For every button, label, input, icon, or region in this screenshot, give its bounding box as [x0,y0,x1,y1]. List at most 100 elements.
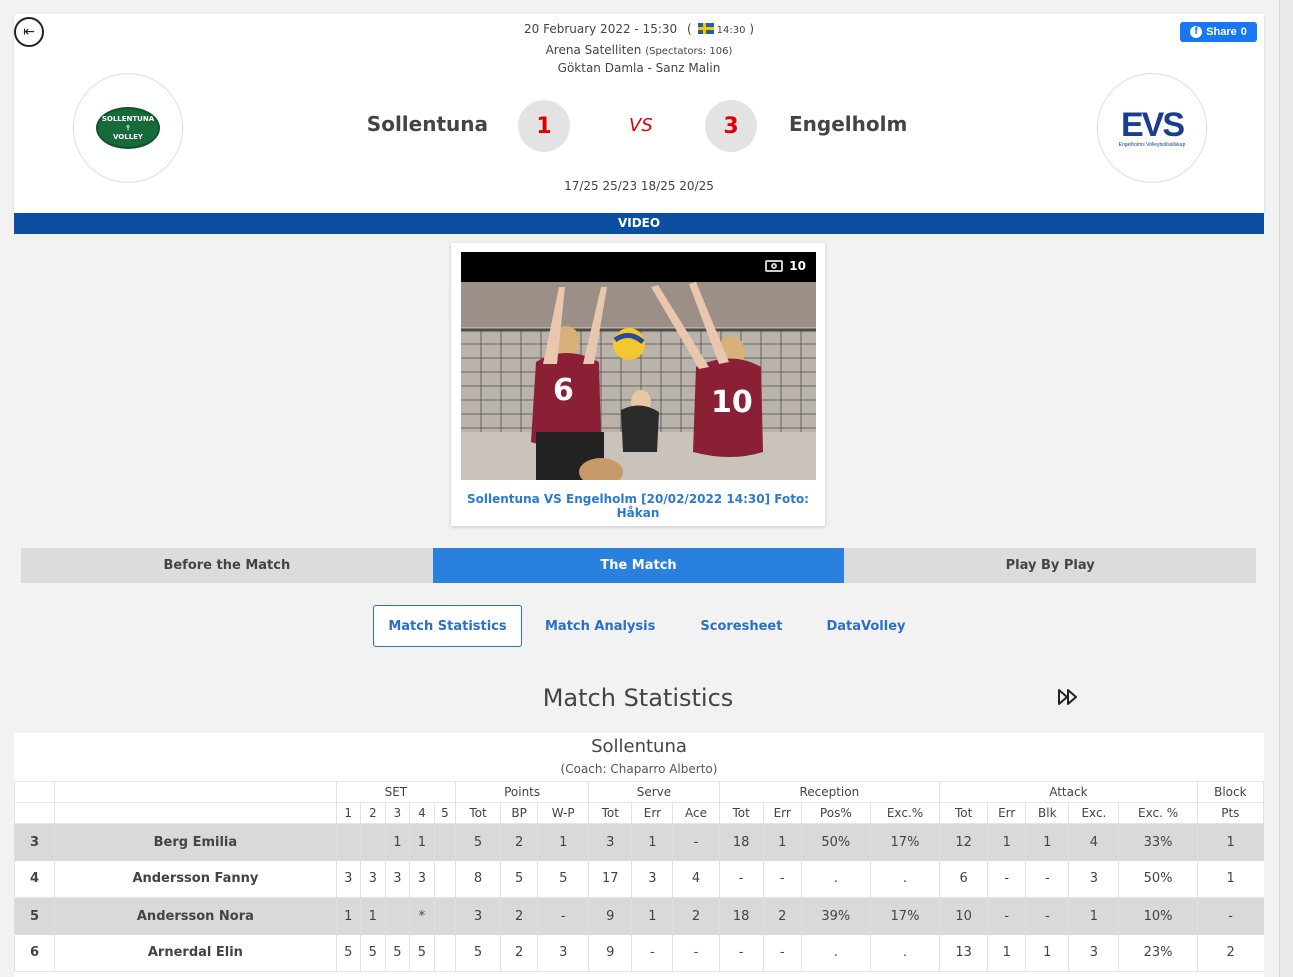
stat-cell: 17 [588,860,632,898]
stat-cell: - [672,823,720,861]
local-time: 14:30 [716,25,746,36]
away-team-logo[interactable]: EVS Engelholms Volleybollsällskap [1097,73,1207,183]
facebook-share-button[interactable]: f Share 0 [1180,22,1257,42]
stat-cell: 5 [359,934,386,972]
stat-cell [359,823,386,861]
home-team-name[interactable]: Sollentuna [367,112,488,136]
page-scrollbar[interactable] [1279,0,1293,977]
stat-cell: - [762,860,802,898]
stat-cell: 1 [1068,897,1119,935]
match-photo[interactable]: 6 10 [461,282,816,480]
tab-the-match[interactable]: The Match [432,548,845,583]
fast-forward-icon[interactable] [1057,688,1079,710]
player-stats-table: SET Points Serve Reception Attack Block … [13,781,1265,972]
away-logo-sub: Engelholms Volleybollsällskap [1118,142,1186,148]
sub-tabs: Match Statistics Match Analysis Scoreshe… [373,605,906,647]
gallery-header: 10 [461,252,816,282]
stat-cell: . [800,934,871,972]
group-block: Block [1196,781,1265,803]
stat-cell: 5 [500,860,538,898]
stat-cell [335,823,361,861]
column-header: 2 [359,802,386,824]
player-name[interactable]: Andersson Fanny [54,860,337,898]
stat-cell: - [718,860,764,898]
stat-cell: - [1025,897,1069,935]
away-team-name[interactable]: Engelholm [789,112,907,136]
stat-cell: 5 [408,934,435,972]
tab-play-by-play[interactable]: Play By Play [844,548,1257,583]
player-number: 5 [13,897,55,935]
table-row[interactable]: 3 Berg Emilia 1 1 5 2 1 3 1-18 1 50% 17% 12 1 1 4 33% 1 [13,823,1264,861]
column-header: Exc. % [1118,802,1198,824]
stat-cell: 2 [672,897,720,935]
stat-cell: - [1196,897,1264,935]
stat-cell: 3 [359,860,386,898]
header-blank [13,781,56,803]
video-bar[interactable]: VIDEO [14,213,1264,234]
stat-cell: - [987,897,1026,935]
local-time-open: ( [686,22,692,36]
table-row[interactable]: 6 Arnerdal Elin 5 5 5 5 5 2 3 9- - - -.. 13 1 1 3 23% 2 [13,934,1264,972]
player-name[interactable]: Andersson Nora [54,897,337,935]
photo-gallery-card[interactable]: 10 6 10 Sollentuna VS Engelholm [20/02/2… [451,243,825,526]
stat-cell: 4 [1068,823,1119,861]
jersey-number-right: 10 [711,385,753,420]
column-header: Err [631,802,674,824]
subtab-datavolley[interactable]: DataVolley [826,605,905,647]
stat-cell: 3 [1068,934,1119,972]
group-reception: Reception [718,781,941,803]
column-header: Exc.% [869,802,941,824]
subtab-scoresheet[interactable]: Scoresheet [700,605,782,647]
stat-cell: 6 [939,860,988,898]
group-header-row: SET Points Serve Reception Attack Block [13,781,1265,803]
stat-cell: 50% [1118,860,1198,898]
subtab-match-analysis[interactable]: Match Analysis [545,605,655,647]
sub-header-row: 1 2 3 4 5 Tot BP W-P Tot Err Ace Tot Err Pos% Exc.% Tot… [13,802,1265,824]
stat-cell: 10 [939,897,988,935]
stat-cell: 3 [588,823,632,861]
stat-cell: 1 [1196,860,1264,898]
photo-caption-link[interactable]: Sollentuna VS Engelholm [20/02/2022 14:3… [451,492,825,520]
engelholm-logo: EVS Engelholms Volleybollsällskap [1119,108,1186,148]
tree-icon: ⫯ [126,123,130,132]
header-blank [54,802,337,824]
main-tabs: Before the Match The Match Play By Play [21,548,1257,583]
stat-cell: 1 [1025,823,1069,861]
player-name[interactable]: Arnerdal Elin [54,934,337,972]
stat-cell: 2 [500,823,538,861]
table-row[interactable]: 4 Andersson Fanny 3 3 3 3 8 5 5 17 3 4- -.. 6- -3 50% 1 [13,860,1264,898]
tab-before-the-match[interactable]: Before the Match [21,548,433,583]
stat-cell: 2 [500,934,538,972]
stat-cell: 1 [359,897,386,935]
stat-cell: 5 [335,934,361,972]
stat-cell: 13 [939,934,988,972]
team-stats-block: Sollentuna (Coach: Chaparro Alberto) SET… [13,733,1265,977]
stat-cell: 3 [454,897,501,935]
column-header: BP [500,802,539,824]
away-score: 3 [705,100,757,152]
table-row[interactable]: 5 Andersson Nora 1 1 * 3 2-9 1 2 18 2 39% 17% 10- -1 10… [13,897,1264,935]
stat-cell: 5 [537,860,589,898]
header-blank [13,802,56,824]
stat-cell: 17% [869,897,940,935]
stat-cell: 39% [800,897,871,935]
referees: Göktan Damla - Sanz Malin [557,61,721,75]
subtab-match-statistics[interactable]: Match Statistics [373,605,522,647]
home-team-logo[interactable]: SOLLENTUNA ⫯ VOLLEY [73,73,183,183]
stat-cell: 1 [1025,934,1069,972]
photo-count-value: 10 [789,259,806,273]
stat-cell: 33% [1118,823,1198,861]
stat-cell: 5 [454,823,501,861]
match-venue: Arena Satelliten (Spectators: 106) [14,43,1264,57]
player-name[interactable]: Berg Emilia [54,823,337,861]
stat-cell: . [800,860,871,898]
player-number: 6 [13,934,55,972]
stat-cell: 2 [500,897,538,935]
photo-count: 10 [765,259,806,273]
stat-cell: 4 [672,860,720,898]
column-header: W-P [537,802,590,824]
stat-cell: 3 [631,860,673,898]
stat-cell: 3 [1068,860,1119,898]
stat-cell [433,897,456,935]
match-header: ⇤ 20 February 2022 - 15:30 (14:30 ) Aren… [14,14,1264,213]
